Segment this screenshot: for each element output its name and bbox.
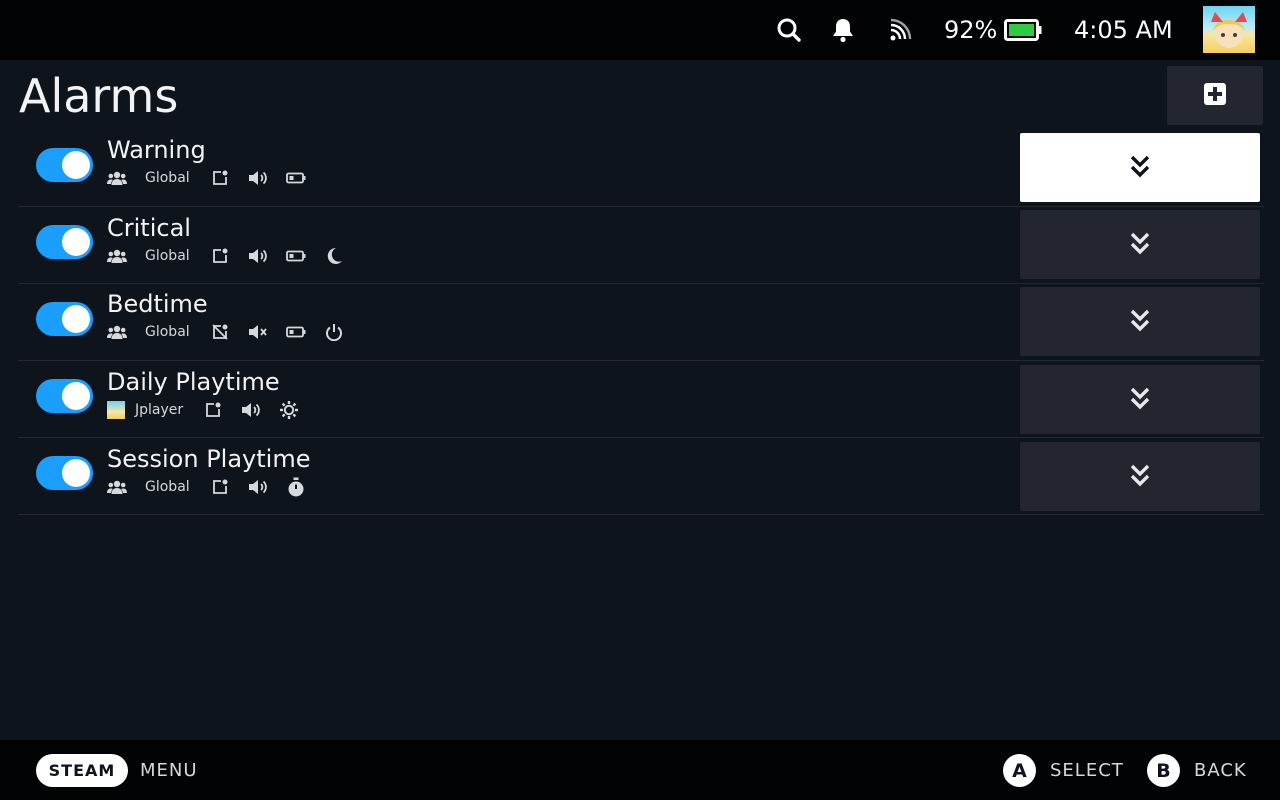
alarm-owner: Global xyxy=(145,324,190,340)
battery-low-icon xyxy=(285,322,306,342)
alarm-meta: Jplayer xyxy=(107,400,317,420)
volume-mute-icon xyxy=(248,322,268,342)
alarm-expand-button-warning[interactable] xyxy=(1020,133,1260,202)
popup-icon xyxy=(210,168,230,188)
a-button-icon[interactable]: A xyxy=(1003,754,1036,787)
power-icon xyxy=(324,322,344,342)
moon-icon xyxy=(324,246,344,266)
footer-bar: STEAM MENU A SELECT B BACK xyxy=(0,740,1280,800)
users-icon xyxy=(107,322,127,342)
toggle-knob xyxy=(62,151,90,179)
alarm-title: Session Playtime xyxy=(107,445,311,473)
stopwatch-icon xyxy=(286,477,306,497)
alarm-row-session-playtime: Session Playtime Global xyxy=(18,438,1264,515)
alarm-expand-button-bedtime[interactable] xyxy=(1020,287,1260,356)
alarm-meta: Global xyxy=(107,168,324,188)
back-label: BACK xyxy=(1194,760,1247,781)
bell-icon[interactable] xyxy=(826,13,860,47)
chevron-double-down-icon xyxy=(1129,463,1151,491)
toggle-knob xyxy=(62,382,90,410)
menu-label: MENU xyxy=(140,760,198,781)
toggle-knob xyxy=(62,228,90,256)
toggle-knob xyxy=(62,305,90,333)
alarm-row-critical: Critical Global xyxy=(18,207,1264,284)
chevron-double-down-icon xyxy=(1129,154,1151,182)
alarm-expand-button-critical[interactable] xyxy=(1020,210,1260,279)
page-title: Alarms xyxy=(19,69,179,123)
alarm-owner: Jplayer xyxy=(135,402,184,418)
select-label: SELECT xyxy=(1050,760,1124,781)
alarm-title: Bedtime xyxy=(107,290,208,318)
users-icon xyxy=(107,168,127,188)
status-bar: 92% 4:05 AM xyxy=(0,0,1280,60)
search-icon[interactable] xyxy=(772,13,806,47)
alarm-row-bedtime: Bedtime Global xyxy=(18,284,1264,361)
alarm-meta: Global xyxy=(107,246,362,266)
users-icon xyxy=(107,477,127,497)
plus-square-icon xyxy=(1203,82,1227,110)
alarm-title: Critical xyxy=(107,214,191,242)
volume-icon xyxy=(248,477,268,497)
toggle-knob xyxy=(62,459,90,487)
popup-icon xyxy=(210,246,230,266)
clock: 4:05 AM xyxy=(1074,16,1173,44)
volume-icon xyxy=(241,400,261,420)
alarm-toggle-warning[interactable] xyxy=(36,148,93,182)
alarm-title: Warning xyxy=(107,136,206,164)
b-button-icon[interactable]: B xyxy=(1147,754,1180,787)
popup-icon xyxy=(203,400,223,420)
wifi-signal-icon[interactable] xyxy=(883,13,917,47)
alarm-owner: Global xyxy=(145,479,190,495)
alarm-toggle-daily-playtime[interactable] xyxy=(36,379,93,413)
alarm-row-daily-playtime: Daily Playtime Jplayer xyxy=(18,361,1264,438)
alarm-toggle-critical[interactable] xyxy=(36,225,93,259)
chevron-double-down-icon xyxy=(1129,386,1151,414)
user-avatar[interactable] xyxy=(1203,6,1255,53)
user-avatar xyxy=(107,401,125,419)
alarm-toggle-session-playtime[interactable] xyxy=(36,456,93,490)
battery-icon xyxy=(1004,19,1042,41)
users-icon xyxy=(107,246,127,266)
alarm-owner: Global xyxy=(145,248,190,264)
steam-button[interactable]: STEAM xyxy=(36,754,128,787)
alarm-meta: Global xyxy=(107,322,362,342)
alarm-meta: Global xyxy=(107,477,324,497)
alarm-expand-button-session-playtime[interactable] xyxy=(1020,442,1260,511)
chevron-double-down-icon xyxy=(1129,308,1151,336)
alarm-row-warning: Warning Global xyxy=(18,129,1264,207)
volume-icon xyxy=(248,246,268,266)
sun-icon xyxy=(279,400,299,420)
popup-off-icon xyxy=(210,322,230,342)
alarm-toggle-bedtime[interactable] xyxy=(36,302,93,336)
popup-icon xyxy=(210,477,230,497)
battery-low-icon xyxy=(285,246,306,266)
battery-percent: 92% xyxy=(944,16,998,44)
alarm-owner: Global xyxy=(145,170,190,186)
alarm-title: Daily Playtime xyxy=(107,368,280,396)
volume-icon xyxy=(248,168,268,188)
chevron-double-down-icon xyxy=(1129,231,1151,259)
alarm-expand-button-daily-playtime[interactable] xyxy=(1020,365,1260,434)
add-alarm-button[interactable] xyxy=(1167,66,1263,125)
battery-low-icon xyxy=(285,168,306,188)
alarm-list: Warning Global Critical Global Bedtime G… xyxy=(18,129,1264,515)
